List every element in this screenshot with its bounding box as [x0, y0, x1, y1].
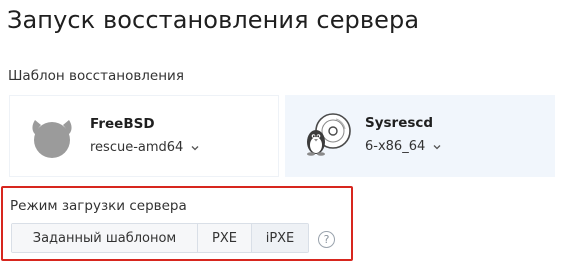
boot-mode-ipxe-button[interactable]: iPXE	[252, 224, 308, 252]
freebsd-daemon-icon	[32, 120, 72, 158]
boot-mode-label: Режим загрузки сервера	[10, 198, 187, 214]
boot-mode-section: Режим загрузки сервера Заданный шаблоном…	[1, 186, 353, 261]
template-variant-dropdown[interactable]: rescue-amd64	[90, 140, 201, 155]
help-icon[interactable]: ?	[318, 231, 335, 248]
template-card-freebsd[interactable]: FreeBSD rescue-amd64	[9, 95, 279, 177]
sysrescd-penguin-cd-icon	[307, 113, 351, 156]
page-title: Запуск восстановления сервера	[7, 6, 420, 34]
boot-mode-template-button[interactable]: Заданный шаблоном	[12, 224, 198, 252]
restore-server-page: Запуск восстановления сервера Шаблон вос…	[0, 0, 578, 266]
template-section-label: Шаблон восстановления	[8, 68, 184, 84]
boot-mode-pxe-button[interactable]: PXE	[198, 224, 252, 252]
template-variant-value: 6-x86_64	[365, 139, 426, 154]
boot-mode-segmented-control: Заданный шаблоном PXE iPXE	[11, 223, 309, 253]
template-name: FreeBSD	[90, 116, 155, 132]
template-card-sysrescd[interactable]: Sysrescd 6-x86_64	[285, 95, 555, 177]
template-name: Sysrescd	[365, 115, 434, 131]
chevron-down-icon	[191, 145, 199, 150]
template-variant-dropdown[interactable]: 6-x86_64	[365, 139, 443, 154]
template-variant-value: rescue-amd64	[90, 140, 184, 155]
chevron-down-icon	[433, 144, 441, 149]
